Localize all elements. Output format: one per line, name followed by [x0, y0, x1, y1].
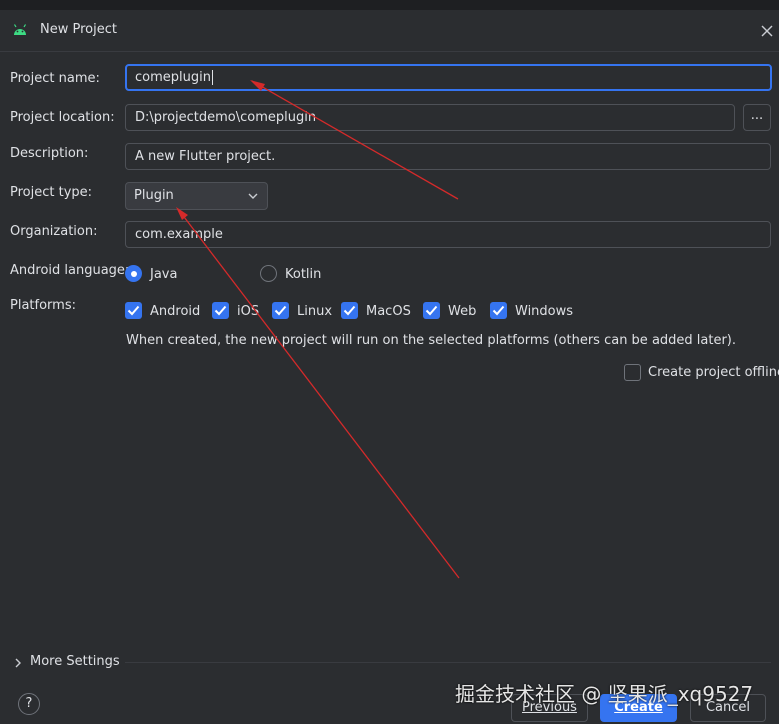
offline-checkbox-label[interactable]: Create project offline [648, 365, 779, 380]
offline-checkbox[interactable] [624, 364, 641, 381]
java-radio-label[interactable]: Java [150, 267, 177, 282]
title-divider [0, 51, 779, 52]
annotation-arrow-name [250, 80, 459, 200]
annotation-arrow-type [176, 207, 460, 579]
checkmark-icon [492, 305, 505, 316]
chevron-right-icon [15, 658, 21, 668]
checkmark-icon [425, 305, 438, 316]
android-checkbox[interactable] [125, 302, 142, 319]
more-settings-label: More Settings [30, 654, 120, 669]
project-location-label: Project location: [10, 110, 115, 125]
kotlin-radio[interactable] [260, 265, 277, 282]
project-name-input[interactable]: comeplugin [125, 64, 772, 91]
java-radio[interactable] [125, 265, 142, 282]
ios-checkbox[interactable] [212, 302, 229, 319]
platforms-label: Platforms: [10, 298, 76, 313]
project-type-label: Project type: [10, 185, 93, 200]
more-settings-divider [125, 662, 771, 663]
help-button[interactable]: ? [18, 693, 40, 715]
linux-checkbox[interactable] [272, 302, 289, 319]
ios-checkbox-label[interactable]: iOS [237, 304, 259, 319]
top-strip [0, 0, 779, 10]
macos-checkbox[interactable] [341, 302, 358, 319]
macos-checkbox-label[interactable]: MacOS [366, 304, 411, 319]
organization-label: Organization: [10, 224, 98, 239]
project-type-select[interactable]: Plugin [125, 182, 268, 210]
checkmark-icon [214, 305, 227, 316]
title-bar: New Project [0, 10, 779, 52]
description-label: Description: [10, 146, 89, 161]
checkmark-icon [274, 305, 287, 316]
text-caret [211, 70, 213, 85]
project-name-label: Project name: [10, 71, 100, 86]
checkmark-icon [343, 305, 356, 316]
linux-checkbox-label[interactable]: Linux [297, 304, 332, 319]
dialog-title: New Project [40, 22, 117, 37]
windows-checkbox[interactable] [490, 302, 507, 319]
web-checkbox-label[interactable]: Web [448, 304, 476, 319]
platforms-info-text: When created, the new project will run o… [126, 333, 737, 348]
chevron-down-icon [248, 193, 258, 199]
windows-checkbox-label[interactable]: Windows [515, 304, 573, 319]
browse-button[interactable]: ... [743, 104, 771, 131]
android-checkbox-label[interactable]: Android [150, 304, 200, 319]
project-type-value: Plugin [134, 188, 174, 203]
checkmark-icon [127, 305, 140, 316]
close-icon[interactable] [760, 24, 774, 38]
android-icon [13, 24, 27, 35]
project-name-value: comeplugin [135, 70, 211, 85]
project-location-input[interactable]: D:\projectdemo\comeplugin [125, 104, 735, 131]
web-checkbox[interactable] [423, 302, 440, 319]
kotlin-radio-label[interactable]: Kotlin [285, 267, 321, 282]
android-language-label: Android language: [10, 263, 130, 278]
description-input[interactable]: A new Flutter project. [125, 143, 771, 170]
watermark-text: 掘金技术社区 @ 坚果派_xq9527 [455, 682, 754, 706]
organization-input[interactable]: com.example [125, 221, 771, 248]
